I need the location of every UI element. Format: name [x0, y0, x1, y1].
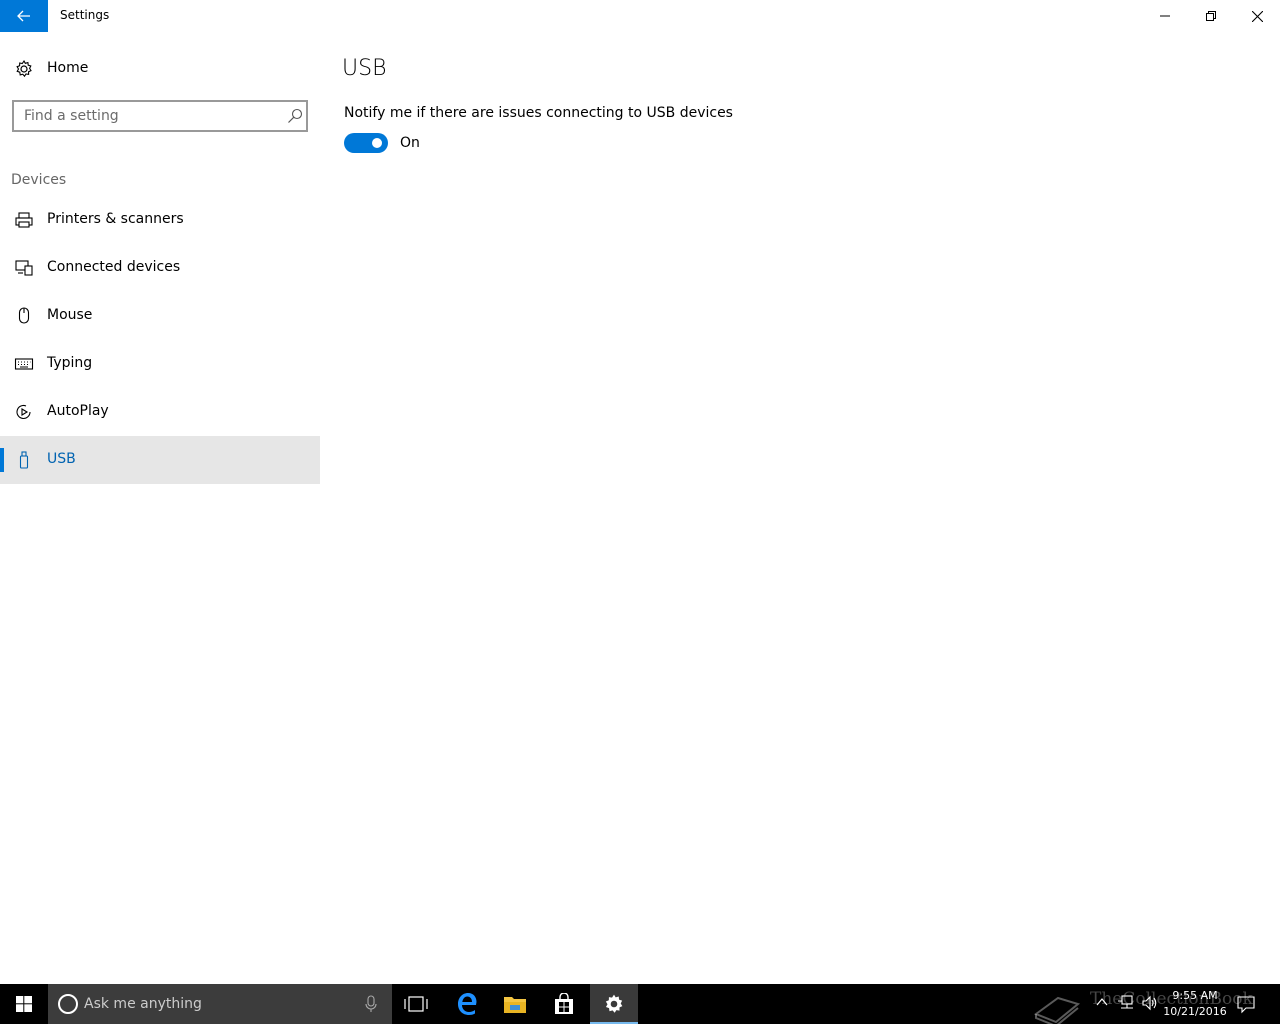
- minimize-button[interactable]: [1142, 0, 1188, 32]
- volume-icon[interactable]: [1141, 995, 1159, 1011]
- printer-icon: [15, 212, 33, 228]
- cortana-icon: [58, 994, 78, 1014]
- title-bar: Settings: [0, 0, 1280, 32]
- gear-icon: [16, 59, 32, 78]
- sidebar-item-home[interactable]: Home: [0, 48, 320, 88]
- file-explorer-button[interactable]: [491, 984, 539, 1024]
- edge-browser-icon: [458, 993, 477, 1015]
- clock-date: 10/21/2016: [1163, 1005, 1227, 1018]
- window-title: Settings: [60, 8, 110, 22]
- windows-logo-icon: [16, 996, 32, 1012]
- close-button[interactable]: [1234, 0, 1280, 32]
- sidebar-item-label: Mouse: [47, 307, 93, 323]
- minimize-icon: [1160, 15, 1170, 17]
- search-icon: [288, 108, 303, 123]
- selection-indicator: [0, 448, 4, 472]
- search-input[interactable]: [24, 107, 274, 125]
- sidebar-item-label: USB: [47, 451, 76, 467]
- sidebar-item-printers-scanners[interactable]: Printers & scanners: [0, 196, 320, 244]
- clock[interactable]: 9:55 AM 10/21/2016: [1160, 988, 1230, 1020]
- network-icon[interactable]: [1117, 995, 1135, 1011]
- sidebar-item-mouse[interactable]: Mouse: [0, 292, 320, 340]
- gear-icon: [605, 994, 623, 1013]
- toggle-state-label: On: [400, 135, 420, 151]
- sidebar-item-typing[interactable]: Typing: [0, 340, 320, 388]
- back-arrow-icon: [17, 10, 30, 22]
- task-view-icon: [404, 996, 428, 1012]
- page-title: USB: [342, 56, 387, 81]
- keyboard-icon: [14, 358, 34, 370]
- sidebar-item-autoplay[interactable]: AutoPlay: [0, 388, 320, 436]
- settings-search-box[interactable]: [12, 100, 308, 132]
- sidebar-item-label: AutoPlay: [47, 403, 109, 419]
- sidebar-item-label: Connected devices: [47, 259, 181, 275]
- folder-icon: [504, 997, 526, 1013]
- task-view-button[interactable]: [392, 984, 440, 1024]
- book-watermark-icon: [1033, 996, 1081, 1024]
- chevron-up-icon[interactable]: [1095, 995, 1109, 1009]
- toggle-knob: [372, 138, 382, 148]
- cortana-search-box[interactable]: Ask me anything: [48, 984, 392, 1024]
- settings-taskbar-button[interactable]: [590, 984, 638, 1024]
- sidebar-item-label: Printers & scanners: [47, 211, 184, 227]
- restore-icon: [1206, 11, 1216, 21]
- clock-time: 9:55 AM: [1172, 989, 1218, 1002]
- sidebar: Home Devices Printers & scanners Connect…: [0, 32, 320, 984]
- cortana-search-text: Ask me anything: [84, 996, 202, 1012]
- edge-button[interactable]: [443, 984, 491, 1024]
- taskbar: Ask me anything TheCollectionBook 9:55 A…: [0, 984, 1280, 1024]
- usb-notify-setting-label: Notify me if there are issues connecting…: [344, 105, 733, 121]
- close-icon: [1251, 10, 1263, 22]
- restore-button[interactable]: [1188, 0, 1234, 32]
- section-heading-devices: Devices: [11, 172, 67, 188]
- connected-devices-icon: [15, 260, 33, 276]
- sidebar-item-label: Typing: [47, 355, 93, 371]
- mouse-icon: [18, 307, 30, 324]
- start-button[interactable]: [0, 984, 48, 1024]
- usb-notify-toggle[interactable]: [344, 133, 388, 153]
- sidebar-item-usb[interactable]: USB: [0, 436, 320, 484]
- microphone-icon[interactable]: [364, 995, 378, 1013]
- sidebar-item-label: Home: [47, 60, 89, 76]
- usb-icon: [19, 451, 29, 469]
- back-button[interactable]: [0, 0, 48, 32]
- store-button[interactable]: [540, 984, 588, 1024]
- store-bag-icon: [555, 993, 573, 1014]
- autoplay-icon: [16, 404, 31, 420]
- sidebar-item-connected-devices[interactable]: Connected devices: [0, 244, 320, 292]
- action-center-icon[interactable]: [1236, 994, 1256, 1014]
